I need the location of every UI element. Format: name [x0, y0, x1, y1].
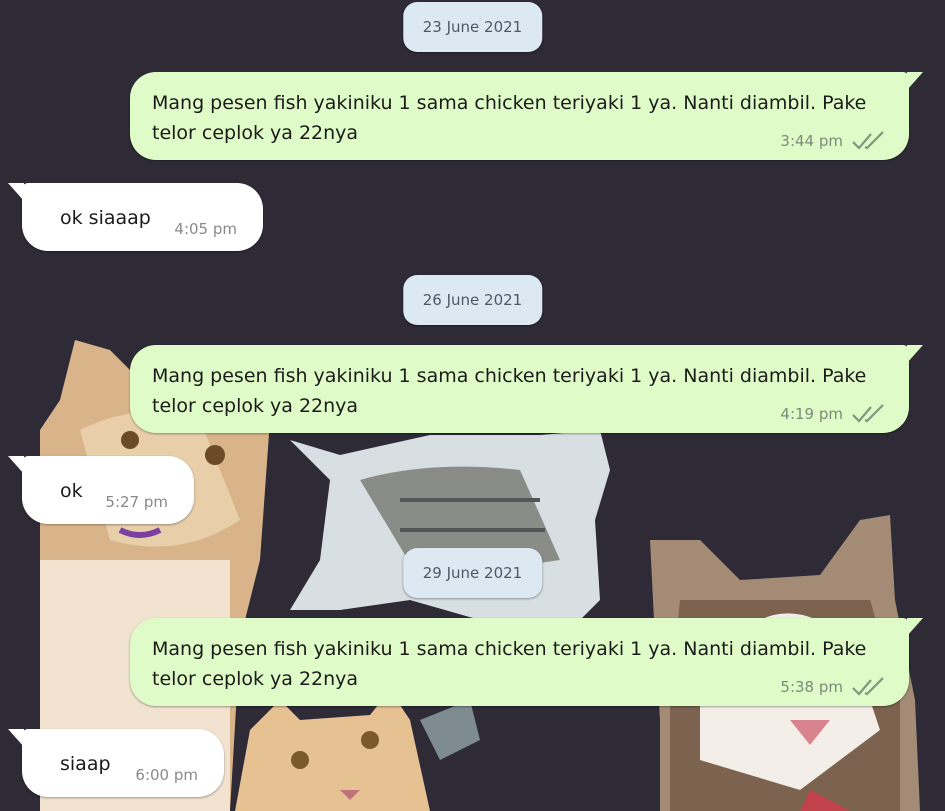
date-separator: 26 June 2021 — [402, 275, 543, 325]
incoming-message[interactable]: ok siaaap 4:05 pm — [8, 183, 263, 251]
message-text: ok — [60, 480, 83, 502]
double-check-icon — [852, 677, 884, 696]
incoming-message[interactable]: siaap 6:00 pm — [8, 729, 224, 797]
message-meta: 3:44 pm — [780, 130, 887, 152]
incoming-message[interactable]: ok 5:27 pm — [8, 456, 194, 524]
message-meta: 6:00 pm — [135, 766, 198, 784]
message-meta: 4:19 pm — [780, 403, 887, 425]
message-text: Mang pesen fish yakiniku 1 sama chicken … — [152, 92, 867, 144]
message-text: Mang pesen fish yakiniku 1 sama chicken … — [152, 638, 867, 690]
grey-cat-middle — [290, 430, 610, 640]
message-time: 5:27 pm — [105, 493, 168, 511]
outgoing-message[interactable]: Mang pesen fish yakiniku 1 sama chicken … — [130, 72, 923, 160]
double-check-icon — [852, 131, 884, 150]
message-time: 4:19 pm — [780, 405, 843, 423]
outgoing-message[interactable]: Mang pesen fish yakiniku 1 sama chicken … — [130, 345, 923, 433]
message-meta: 4:05 pm — [174, 220, 237, 238]
message-time: 5:38 pm — [780, 678, 843, 696]
message-meta: 5:27 pm — [105, 493, 168, 511]
message-meta: 5:38 pm — [780, 676, 887, 698]
message-text: ok siaaap — [60, 207, 151, 229]
message-time: 3:44 pm — [780, 132, 843, 150]
outgoing-message[interactable]: Mang pesen fish yakiniku 1 sama chicken … — [130, 618, 923, 706]
message-time: 4:05 pm — [174, 220, 237, 238]
message-text: Mang pesen fish yakiniku 1 sama chicken … — [152, 365, 867, 417]
date-separator: 29 June 2021 — [402, 548, 543, 598]
message-time: 6:00 pm — [135, 766, 198, 784]
double-check-icon — [852, 404, 884, 423]
date-separator: 23 June 2021 — [402, 2, 543, 52]
orange-kitten-bottom — [235, 690, 480, 811]
message-text: siaap — [60, 753, 111, 775]
